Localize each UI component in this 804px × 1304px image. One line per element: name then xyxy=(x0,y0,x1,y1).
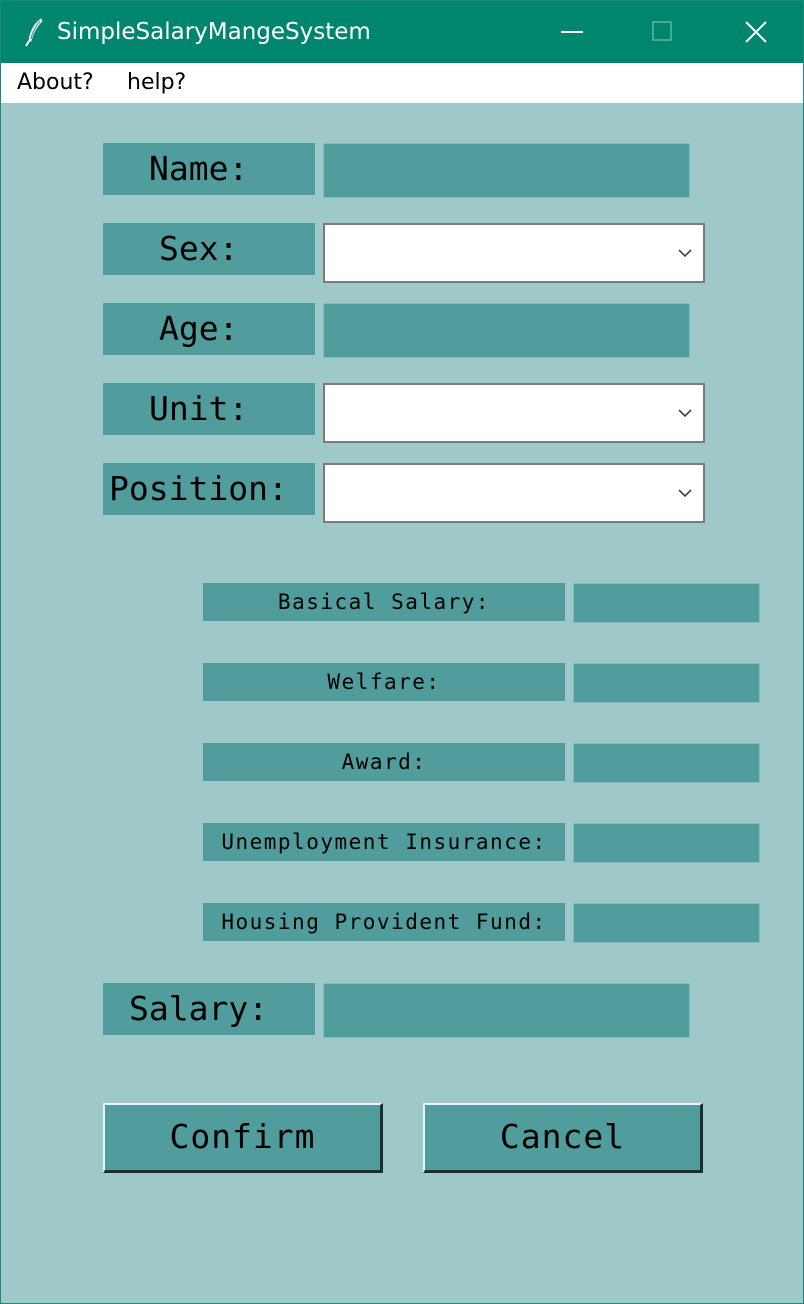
maximize-icon xyxy=(652,21,672,41)
welfare-input[interactable] xyxy=(573,663,760,703)
basical-salary-label: Basical Salary: xyxy=(203,583,565,621)
position-label: Position: xyxy=(103,463,315,515)
name-input[interactable] xyxy=(323,143,690,198)
menu-about[interactable]: About? xyxy=(17,69,94,97)
unemployment-insurance-input[interactable] xyxy=(573,823,760,863)
housing-provident-fund-label: Housing Provident Fund: xyxy=(203,903,565,941)
award-label: Award: xyxy=(203,743,565,781)
menu-bar: About? help? xyxy=(1,63,803,103)
minimize-button[interactable] xyxy=(527,1,619,63)
unemployment-insurance-label: Unemployment Insurance: xyxy=(203,823,565,861)
position-combobox[interactable] xyxy=(323,463,705,523)
close-button[interactable] xyxy=(709,1,801,63)
maximize-button[interactable] xyxy=(617,1,709,63)
title-bar[interactable]: SimpleSalaryMangeSystem xyxy=(1,1,803,63)
award-input[interactable] xyxy=(573,743,760,783)
chevron-down-icon xyxy=(678,249,692,258)
basical-salary-input[interactable] xyxy=(573,583,760,623)
window-title: SimpleSalaryMangeSystem xyxy=(57,19,371,45)
close-icon xyxy=(745,21,767,43)
menu-help[interactable]: help? xyxy=(127,69,186,97)
cancel-button[interactable]: Cancel xyxy=(423,1103,703,1173)
welfare-label: Welfare: xyxy=(203,663,565,701)
name-label: Name: xyxy=(103,143,315,195)
unit-combobox[interactable] xyxy=(323,383,705,443)
salary-input[interactable] xyxy=(323,983,690,1038)
age-input[interactable] xyxy=(323,303,690,358)
sex-combobox[interactable] xyxy=(323,223,705,283)
feather-icon xyxy=(23,17,47,47)
chevron-down-icon xyxy=(678,409,692,418)
confirm-button[interactable]: Confirm xyxy=(103,1103,383,1173)
housing-provident-fund-input[interactable] xyxy=(573,903,760,943)
chevron-down-icon xyxy=(678,489,692,498)
age-label: Age: xyxy=(103,303,315,355)
app-window: SimpleSalaryMangeSystem About? help? Nam… xyxy=(0,0,804,1304)
salary-label: Salary: xyxy=(103,983,315,1035)
sex-label: Sex: xyxy=(103,223,315,275)
minimize-icon xyxy=(561,31,583,33)
unit-label: Unit: xyxy=(103,383,315,435)
